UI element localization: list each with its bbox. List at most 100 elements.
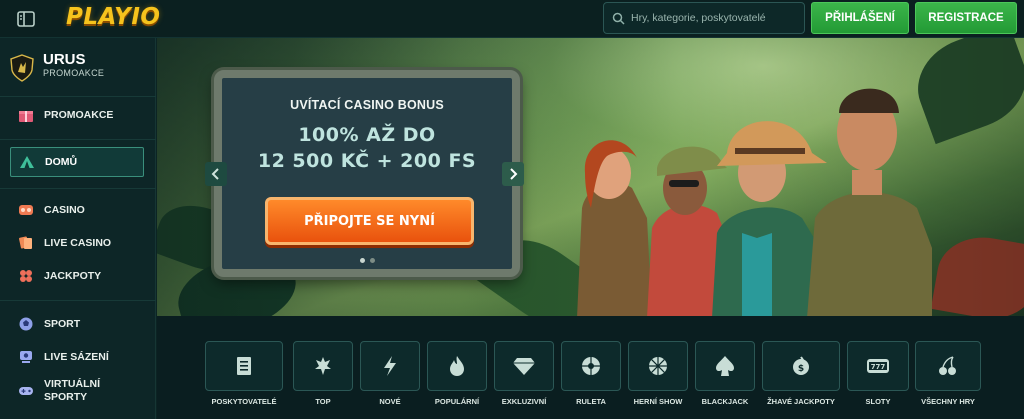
category-label: TOP	[315, 397, 331, 406]
top-header: PLAYIO PŘIHLÁŠENÍ REGISTRACE	[0, 0, 1024, 38]
bonus-headline-line-2: 12 500 KČ + 200 FS	[257, 150, 477, 172]
explorers-illustration	[577, 88, 932, 316]
category-label: POPULÁRNÍ	[434, 397, 480, 406]
svg-text:$: $	[798, 364, 804, 374]
sidebar-item-virtualni-sporty[interactable]: VIRTUÁLNÍ SPORTY	[10, 374, 144, 408]
category-label: POSKYTOVATELÉ	[211, 397, 277, 406]
category-tile	[695, 341, 755, 391]
bonus-headline-line-1: 100% AŽ DO	[298, 124, 436, 146]
category-poskytovatele[interactable]: POSKYTOVATELÉ	[205, 341, 283, 419]
sidebar-item-label: CASINO	[44, 204, 85, 216]
sidebar-item-domu[interactable]: DOMŮ	[10, 147, 144, 177]
category-sloty[interactable]: 777 SLOTY	[847, 341, 909, 419]
carousel-dot[interactable]	[369, 258, 375, 263]
divider	[0, 300, 156, 301]
category-popularni[interactable]: POPULÁRNÍ	[427, 341, 487, 419]
category-tile: 777	[847, 341, 909, 391]
category-zhave-jackpoty[interactable]: $ ŽHAVÉ JACKPOTY	[762, 341, 840, 419]
sidebar-item-label: PROMOAKCE	[44, 109, 114, 121]
carousel-dots	[222, 258, 512, 263]
carousel-next-button[interactable]	[502, 162, 524, 186]
category-herni-show[interactable]: HERNÍ SHOW	[628, 341, 688, 419]
gamepad-icon	[16, 381, 36, 401]
roulette-icon	[582, 357, 600, 375]
cherries-icon	[939, 356, 956, 375]
login-button[interactable]: PŘIHLÁŠENÍ	[811, 2, 909, 34]
shield-emblem-icon	[10, 54, 34, 82]
bonus-label: UVÍTACÍ CASINO BONUS	[290, 98, 444, 112]
sidebar: URUS PROMOAKCE PROMOAKCE DOMŮ CASINO LIV…	[0, 38, 156, 419]
category-tile: $	[762, 341, 840, 391]
search-box[interactable]	[603, 2, 805, 34]
category-nove[interactable]: NOVÉ	[360, 341, 420, 419]
carousel-dot[interactable]	[359, 258, 365, 263]
carousel-prev-button[interactable]	[205, 162, 227, 186]
category-bar: POSKYTOVATELÉ TOP NOVÉ POPULÁRNÍ EXKLUZI…	[157, 316, 1024, 419]
category-label: SLOTY	[865, 397, 891, 406]
category-tile	[628, 341, 688, 391]
live-betting-icon	[16, 347, 36, 367]
clover-icon	[16, 266, 36, 286]
bonus-headline: 100% AŽ DO 12 500 KČ + 200 FS	[222, 122, 512, 174]
wheel-icon	[649, 357, 667, 375]
chevron-right-icon	[510, 168, 518, 180]
divider	[0, 188, 156, 189]
category-tile	[360, 341, 420, 391]
spade-icon	[716, 356, 734, 376]
hot-jackpot-icon: $	[793, 356, 809, 375]
diamond-icon	[513, 358, 535, 375]
category-blackjack[interactable]: BLACKJACK	[695, 341, 755, 419]
sidebar-item-promoakce[interactable]: PROMOAKCE	[10, 100, 144, 130]
sidebar-item-sport[interactable]: SPORT	[10, 309, 144, 339]
ball-icon	[16, 314, 36, 334]
sidebar-item-live-sazeni[interactable]: LIVE SÁZENÍ	[10, 342, 144, 372]
svg-text:777: 777	[871, 363, 886, 371]
sidebar-promo-urus[interactable]: URUS PROMOAKCE	[10, 52, 104, 82]
register-button[interactable]: REGISTRACE	[915, 2, 1017, 34]
tent-icon	[17, 152, 37, 172]
flame-icon	[450, 356, 464, 376]
category-label: HERNÍ SHOW	[633, 397, 683, 406]
lightning-icon	[384, 356, 396, 376]
slot-777-icon: 777	[867, 359, 889, 373]
provider-icon	[237, 357, 251, 375]
sidebar-item-casino[interactable]: CASINO	[10, 195, 144, 225]
category-label: NOVÉ	[379, 397, 401, 406]
category-exkluzivni[interactable]: EXKLUZIVNÍ	[494, 341, 554, 419]
category-tile	[205, 341, 283, 391]
cards-icon	[16, 233, 36, 253]
category-ruleta[interactable]: RULETA	[561, 341, 621, 419]
sidebar-item-label: LIVE CASINO	[44, 237, 112, 249]
category-label: VŠECHNY HRY	[921, 397, 975, 406]
chevron-left-icon	[211, 168, 219, 180]
category-tile	[494, 341, 554, 391]
gift-icon	[16, 105, 36, 125]
category-tile	[293, 341, 353, 391]
category-label: BLACKJACK	[701, 397, 749, 406]
promo-title: URUS	[43, 51, 86, 68]
search-input[interactable]	[631, 12, 801, 24]
divider	[0, 139, 156, 140]
divider	[0, 96, 156, 97]
category-label: ŽHAVÉ JACKPOTY	[767, 397, 835, 406]
sidebar-item-label: VIRTUÁLNÍ SPORTY	[44, 378, 100, 403]
category-label: EXKLUZIVNÍ	[501, 397, 547, 406]
sidebar-item-jackpoty[interactable]: JACKPOTY	[10, 261, 144, 291]
join-now-button[interactable]: PŘIPOJTE SE NYNÍ	[265, 197, 474, 245]
hero-banner[interactable]: UVÍTACÍ CASINO BONUS 100% AŽ DO 12 500 K…	[157, 38, 1024, 316]
sidebar-item-label: JACKPOTY	[44, 270, 102, 282]
search-icon	[612, 12, 625, 25]
site-logo[interactable]: PLAYIO	[66, 4, 160, 30]
sidebar-item-label: SPORT	[44, 318, 81, 330]
category-vsechny-hry[interactable]: VŠECHNY HRY	[915, 341, 981, 419]
category-top[interactable]: TOP	[293, 341, 353, 419]
sidebar-item-label: LIVE SÁZENÍ	[44, 351, 109, 363]
top-crown-icon	[315, 357, 331, 375]
category-tile	[561, 341, 621, 391]
sidebar-toggle-icon[interactable]	[16, 9, 36, 29]
sidebar-item-label: DOMŮ	[45, 156, 78, 168]
category-label: RULETA	[576, 397, 606, 406]
sidebar-item-live-casino[interactable]: LIVE CASINO	[10, 228, 144, 258]
promo-subtitle: PROMOAKCE	[43, 68, 105, 78]
category-tile	[427, 341, 487, 391]
